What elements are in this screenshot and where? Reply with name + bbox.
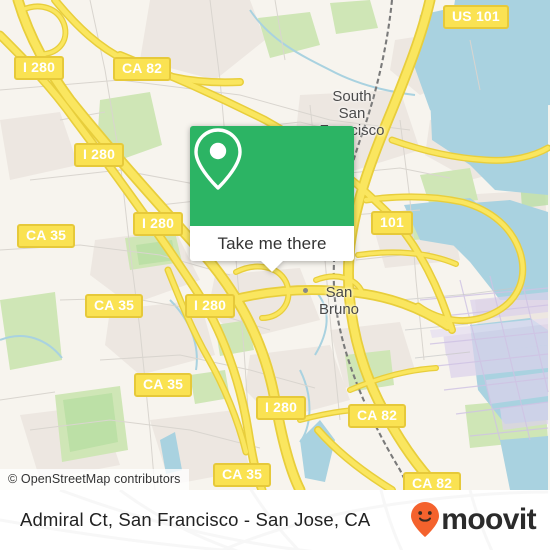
highway-shield-label: I 280 bbox=[265, 399, 298, 415]
moovit-logo[interactable]: moovit bbox=[410, 501, 537, 539]
highway-shield: CA 35 bbox=[134, 373, 193, 397]
highway-shield-label: CA 35 bbox=[222, 466, 263, 482]
take-me-there-label: Take me there bbox=[217, 233, 327, 253]
card-pin-area bbox=[190, 126, 354, 226]
card-pointer-tip bbox=[261, 261, 283, 272]
highway-shield-label: I 280 bbox=[194, 297, 227, 313]
osm-attribution[interactable]: © OpenStreetMap contributors bbox=[0, 469, 189, 490]
footer-bar: Admiral Ct, San Francisco - San Jose, CA… bbox=[0, 490, 550, 550]
map-pin-icon bbox=[194, 128, 242, 190]
highway-shield: I 280 bbox=[74, 143, 125, 167]
place-label-san-bruno: San Bruno bbox=[300, 284, 378, 318]
highway-shield: CA 82 bbox=[348, 404, 407, 428]
highway-shield-label: CA 35 bbox=[26, 227, 67, 243]
place-label-line: South bbox=[332, 88, 372, 105]
highway-shield: CA 82 bbox=[113, 57, 172, 81]
highway-shield-label: CA 35 bbox=[94, 297, 135, 313]
moovit-wordmark: moovit bbox=[441, 503, 536, 536]
highway-shield-label: 101 bbox=[380, 214, 404, 230]
place-label-line: San bbox=[325, 284, 353, 301]
highway-shield: CA 35 bbox=[213, 463, 272, 487]
footer-place-title: Admiral Ct, San Francisco - San Jose, CA bbox=[20, 509, 371, 530]
highway-shield: I 280 bbox=[14, 56, 65, 80]
highway-shield-label: I 280 bbox=[23, 59, 56, 75]
highway-shield-label: CA 35 bbox=[143, 376, 184, 392]
take-me-there-card[interactable]: Take me there bbox=[190, 126, 354, 272]
place-label-line: Bruno bbox=[318, 301, 360, 318]
highway-shield-label: I 280 bbox=[83, 146, 116, 162]
place-dot-icon bbox=[303, 288, 308, 293]
place-label-line: San bbox=[338, 105, 366, 122]
highway-shield-label: CA 82 bbox=[122, 60, 163, 76]
map-canvas[interactable]: South San Francisco San Bruno I 280CA 82… bbox=[0, 0, 550, 490]
highway-shield: I 280 bbox=[185, 294, 236, 318]
highway-shield-label: I 280 bbox=[142, 215, 175, 231]
highway-shield: I 280 bbox=[256, 396, 307, 420]
highway-shield: I 280 bbox=[133, 212, 184, 236]
highway-shield: CA 35 bbox=[17, 224, 76, 248]
highway-shield-label: US 101 bbox=[452, 8, 500, 24]
footer-content: Admiral Ct, San Francisco - San Jose, CA… bbox=[0, 490, 550, 550]
moovit-pin-smiley-icon bbox=[411, 502, 440, 537]
highway-shield-label: CA 82 bbox=[357, 407, 398, 423]
highway-shield: CA 35 bbox=[85, 294, 144, 318]
moovit-map-screen: South San Francisco San Bruno I 280CA 82… bbox=[0, 0, 550, 550]
highway-shield: US 101 bbox=[443, 5, 509, 29]
highway-shield: 101 bbox=[371, 211, 413, 235]
highway-shield-label: CA 82 bbox=[412, 475, 453, 491]
highway-shield: CA 82 bbox=[403, 472, 462, 491]
take-me-there-button[interactable]: Take me there bbox=[190, 226, 354, 272]
